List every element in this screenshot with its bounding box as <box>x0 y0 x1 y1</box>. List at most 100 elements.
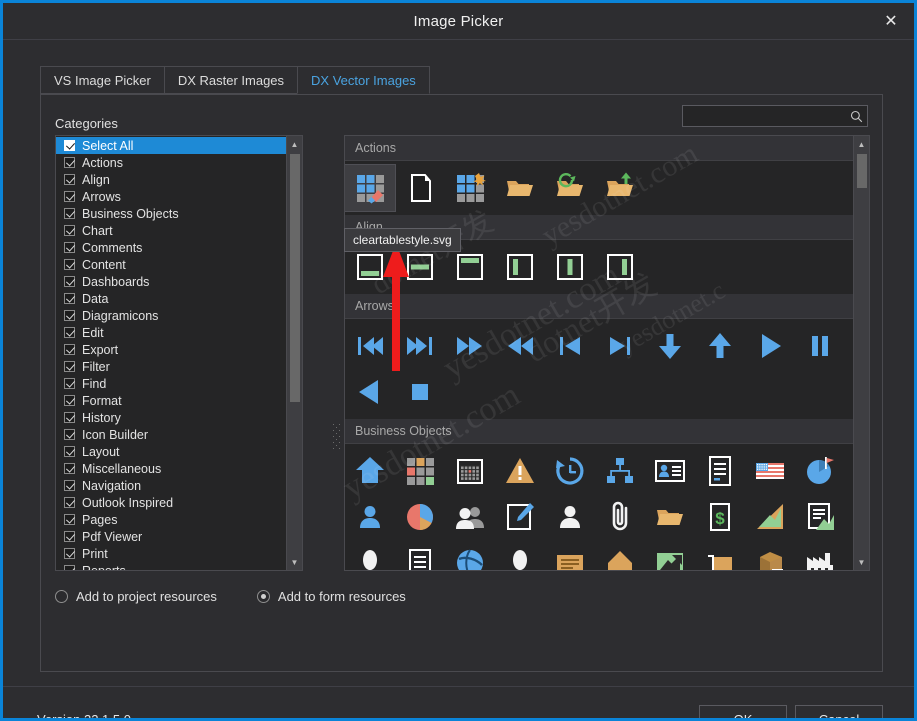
checkbox-icon[interactable] <box>64 361 75 372</box>
align-center-vertical-icon[interactable] <box>545 244 595 290</box>
balloon-white-icon[interactable] <box>495 540 545 570</box>
gallery-scrollbar[interactable]: ▲ ▼ <box>853 136 869 570</box>
arrow-down-icon[interactable] <box>645 323 695 369</box>
category-item[interactable]: Edit <box>56 324 286 341</box>
checkbox-icon[interactable] <box>64 310 75 321</box>
category-item[interactable]: Miscellaneous <box>56 460 286 477</box>
category-item[interactable]: Business Objects <box>56 205 286 222</box>
people-icon[interactable] <box>445 494 495 540</box>
product-grid-icon[interactable] <box>395 448 445 494</box>
align-left-icon[interactable] <box>495 244 545 290</box>
history-icon[interactable] <box>545 448 595 494</box>
category-item[interactable]: Chart <box>56 222 286 239</box>
package-icon[interactable] <box>745 540 795 570</box>
category-item[interactable]: History <box>56 409 286 426</box>
cleartablestyle-icon[interactable] <box>345 164 396 212</box>
skip-to-first-icon[interactable] <box>345 323 395 369</box>
scroll-thumb[interactable] <box>856 154 867 188</box>
rewind-icon[interactable] <box>495 323 545 369</box>
checkbox-icon[interactable] <box>64 497 75 508</box>
export-chart-icon[interactable] <box>645 540 695 570</box>
category-item[interactable]: Reports <box>56 562 286 570</box>
home-icon[interactable] <box>345 448 395 494</box>
play-back-icon[interactable] <box>345 369 395 415</box>
checkbox-icon[interactable] <box>64 157 75 168</box>
document-icon[interactable] <box>695 448 745 494</box>
business-card-icon[interactable] <box>645 448 695 494</box>
category-item[interactable]: Select All <box>56 137 286 154</box>
search-icon[interactable] <box>850 110 869 123</box>
scroll-up-icon[interactable]: ▲ <box>854 136 870 152</box>
tag-icon[interactable] <box>595 540 645 570</box>
checkbox-icon[interactable] <box>64 225 75 236</box>
tab-vs-image-picker[interactable]: VS Image Picker <box>40 66 165 94</box>
new-document-icon[interactable] <box>395 165 445 211</box>
search-box[interactable] <box>682 105 868 127</box>
checkbox-icon[interactable] <box>64 480 75 491</box>
pause-icon[interactable] <box>795 323 845 369</box>
category-item[interactable]: Icon Builder <box>56 426 286 443</box>
radio-icon[interactable] <box>256 589 270 603</box>
organization-chart-icon[interactable] <box>595 448 645 494</box>
new-table-style-icon[interactable] <box>445 165 495 211</box>
attachment-icon[interactable] <box>595 494 645 540</box>
checkbox-icon[interactable] <box>64 531 75 542</box>
category-item[interactable]: Content <box>56 256 286 273</box>
play-icon[interactable] <box>745 323 795 369</box>
money-document-icon[interactable]: $ <box>695 494 745 540</box>
scroll-down-icon[interactable]: ▼ <box>287 554 303 570</box>
text-document-icon[interactable] <box>395 540 445 570</box>
categories-scrollbar[interactable]: ▲ ▼ <box>286 136 302 570</box>
category-item[interactable]: Arrows <box>56 188 286 205</box>
area-chart-icon[interactable] <box>745 494 795 540</box>
checkbox-icon[interactable] <box>64 259 75 270</box>
pie-chart-icon[interactable] <box>395 494 445 540</box>
category-item[interactable]: Pages <box>56 511 286 528</box>
tab-dx-raster-images[interactable]: DX Raster Images <box>163 66 299 94</box>
checkbox-icon[interactable] <box>64 242 75 253</box>
categories-list[interactable]: Select All Actions Align Arrows Business Obj… <box>56 136 286 570</box>
warning-icon[interactable] <box>495 448 545 494</box>
checkbox-icon[interactable] <box>64 174 75 185</box>
category-item[interactable]: Pdf Viewer <box>56 528 286 545</box>
checkbox-icon[interactable] <box>64 140 75 151</box>
category-item[interactable]: Dashboards <box>56 273 286 290</box>
category-item[interactable]: Find <box>56 375 286 392</box>
globe-icon[interactable] <box>445 540 495 570</box>
pie-chart-flag-icon[interactable] <box>795 448 845 494</box>
category-item[interactable]: Outlook Inspired <box>56 494 286 511</box>
checkbox-icon[interactable] <box>64 327 75 338</box>
checkbox-icon[interactable] <box>64 344 75 355</box>
category-item[interactable]: Align <box>56 171 286 188</box>
category-item[interactable]: Filter <box>56 358 286 375</box>
tab-dx-vector-images[interactable]: DX Vector Images <box>297 66 430 94</box>
category-item[interactable]: Actions <box>56 154 286 171</box>
category-item[interactable]: Navigation <box>56 477 286 494</box>
calendar-icon[interactable] <box>445 448 495 494</box>
note-icon[interactable] <box>545 540 595 570</box>
category-item[interactable]: Comments <box>56 239 286 256</box>
checkbox-icon[interactable] <box>64 412 75 423</box>
ok-button[interactable]: OK <box>699 705 787 718</box>
checkbox-icon[interactable] <box>64 395 75 406</box>
scroll-down-icon[interactable]: ▼ <box>854 554 870 570</box>
checkbox-icon[interactable] <box>64 378 75 389</box>
open-folder-upload-icon[interactable] <box>595 165 645 211</box>
search-input[interactable] <box>683 109 850 123</box>
cancel-button[interactable]: Cancel <box>795 705 883 718</box>
category-item[interactable]: Layout <box>56 443 286 460</box>
radio-option[interactable]: Add to project resources <box>55 589 217 604</box>
flag-usa-icon[interactable] <box>745 448 795 494</box>
checkbox-icon[interactable] <box>64 276 75 287</box>
gallery-scroll-area[interactable]: Actions Align Arrows Business Objects $ <box>345 136 853 570</box>
person-icon[interactable] <box>345 494 395 540</box>
category-item[interactable]: Diagramicons <box>56 307 286 324</box>
next-track-icon[interactable] <box>595 323 645 369</box>
checkbox-icon[interactable] <box>64 446 75 457</box>
scroll-thumb[interactable] <box>289 154 300 402</box>
checkbox-icon[interactable] <box>64 191 75 202</box>
scroll-track[interactable] <box>287 152 303 554</box>
panel-splitter[interactable] <box>333 424 342 450</box>
arrow-up-icon[interactable] <box>695 323 745 369</box>
skip-to-last-icon[interactable] <box>395 323 445 369</box>
